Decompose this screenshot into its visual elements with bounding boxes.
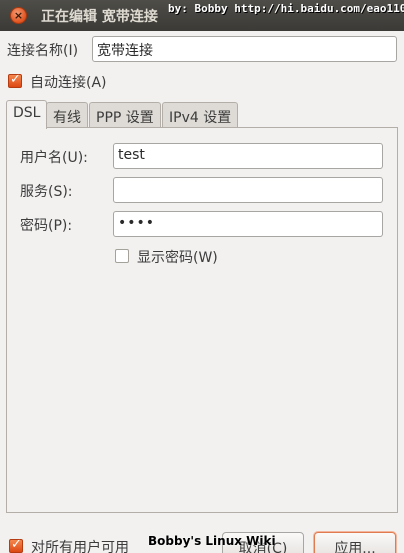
close-icon[interactable]: ×	[10, 7, 27, 24]
tab-ppp-settings[interactable]: PPP 设置	[89, 102, 161, 128]
show-password-checkbox[interactable]	[115, 249, 129, 263]
auto-connect-checkbox[interactable]	[8, 72, 22, 88]
tab-dsl[interactable]: DSL	[6, 100, 48, 129]
show-password-label: 显示密码(W)	[137, 250, 218, 266]
apply-button[interactable]: 应用...	[314, 532, 396, 553]
password-label: 密码(P):	[20, 218, 73, 234]
connection-name-label: 连接名称(I)	[7, 43, 79, 59]
username-label: 用户名(U):	[20, 150, 88, 166]
tab-ipv4-settings[interactable]: IPv4 设置	[162, 102, 239, 128]
all-users-label: 对所有用户可用	[31, 540, 129, 553]
auto-connect-label: 自动连接(A)	[30, 75, 107, 91]
username-input[interactable]: test	[113, 143, 383, 169]
password-input[interactable]: ••••	[113, 211, 383, 237]
service-input[interactable]	[113, 177, 383, 203]
watermark-bottom: Bobby's Linux Wiki	[148, 534, 276, 548]
title-bar: × 正在编辑 宽带连接 by: Bobby http://hi.baidu.co…	[0, 0, 404, 31]
watermark-top: by: Bobby http://hi.baidu.com/eao110/	[168, 2, 404, 15]
service-label: 服务(S):	[20, 184, 73, 200]
connection-name-input[interactable]: 宽带连接	[92, 36, 397, 62]
dsl-panel: 用户名(U): test 服务(S): 密码(P): •••• 显示密码(W)	[6, 127, 398, 513]
tab-wired[interactable]: 有线	[46, 102, 88, 128]
window-title: 正在编辑 宽带连接	[41, 9, 158, 25]
all-users-checkbox[interactable]	[9, 537, 23, 553]
